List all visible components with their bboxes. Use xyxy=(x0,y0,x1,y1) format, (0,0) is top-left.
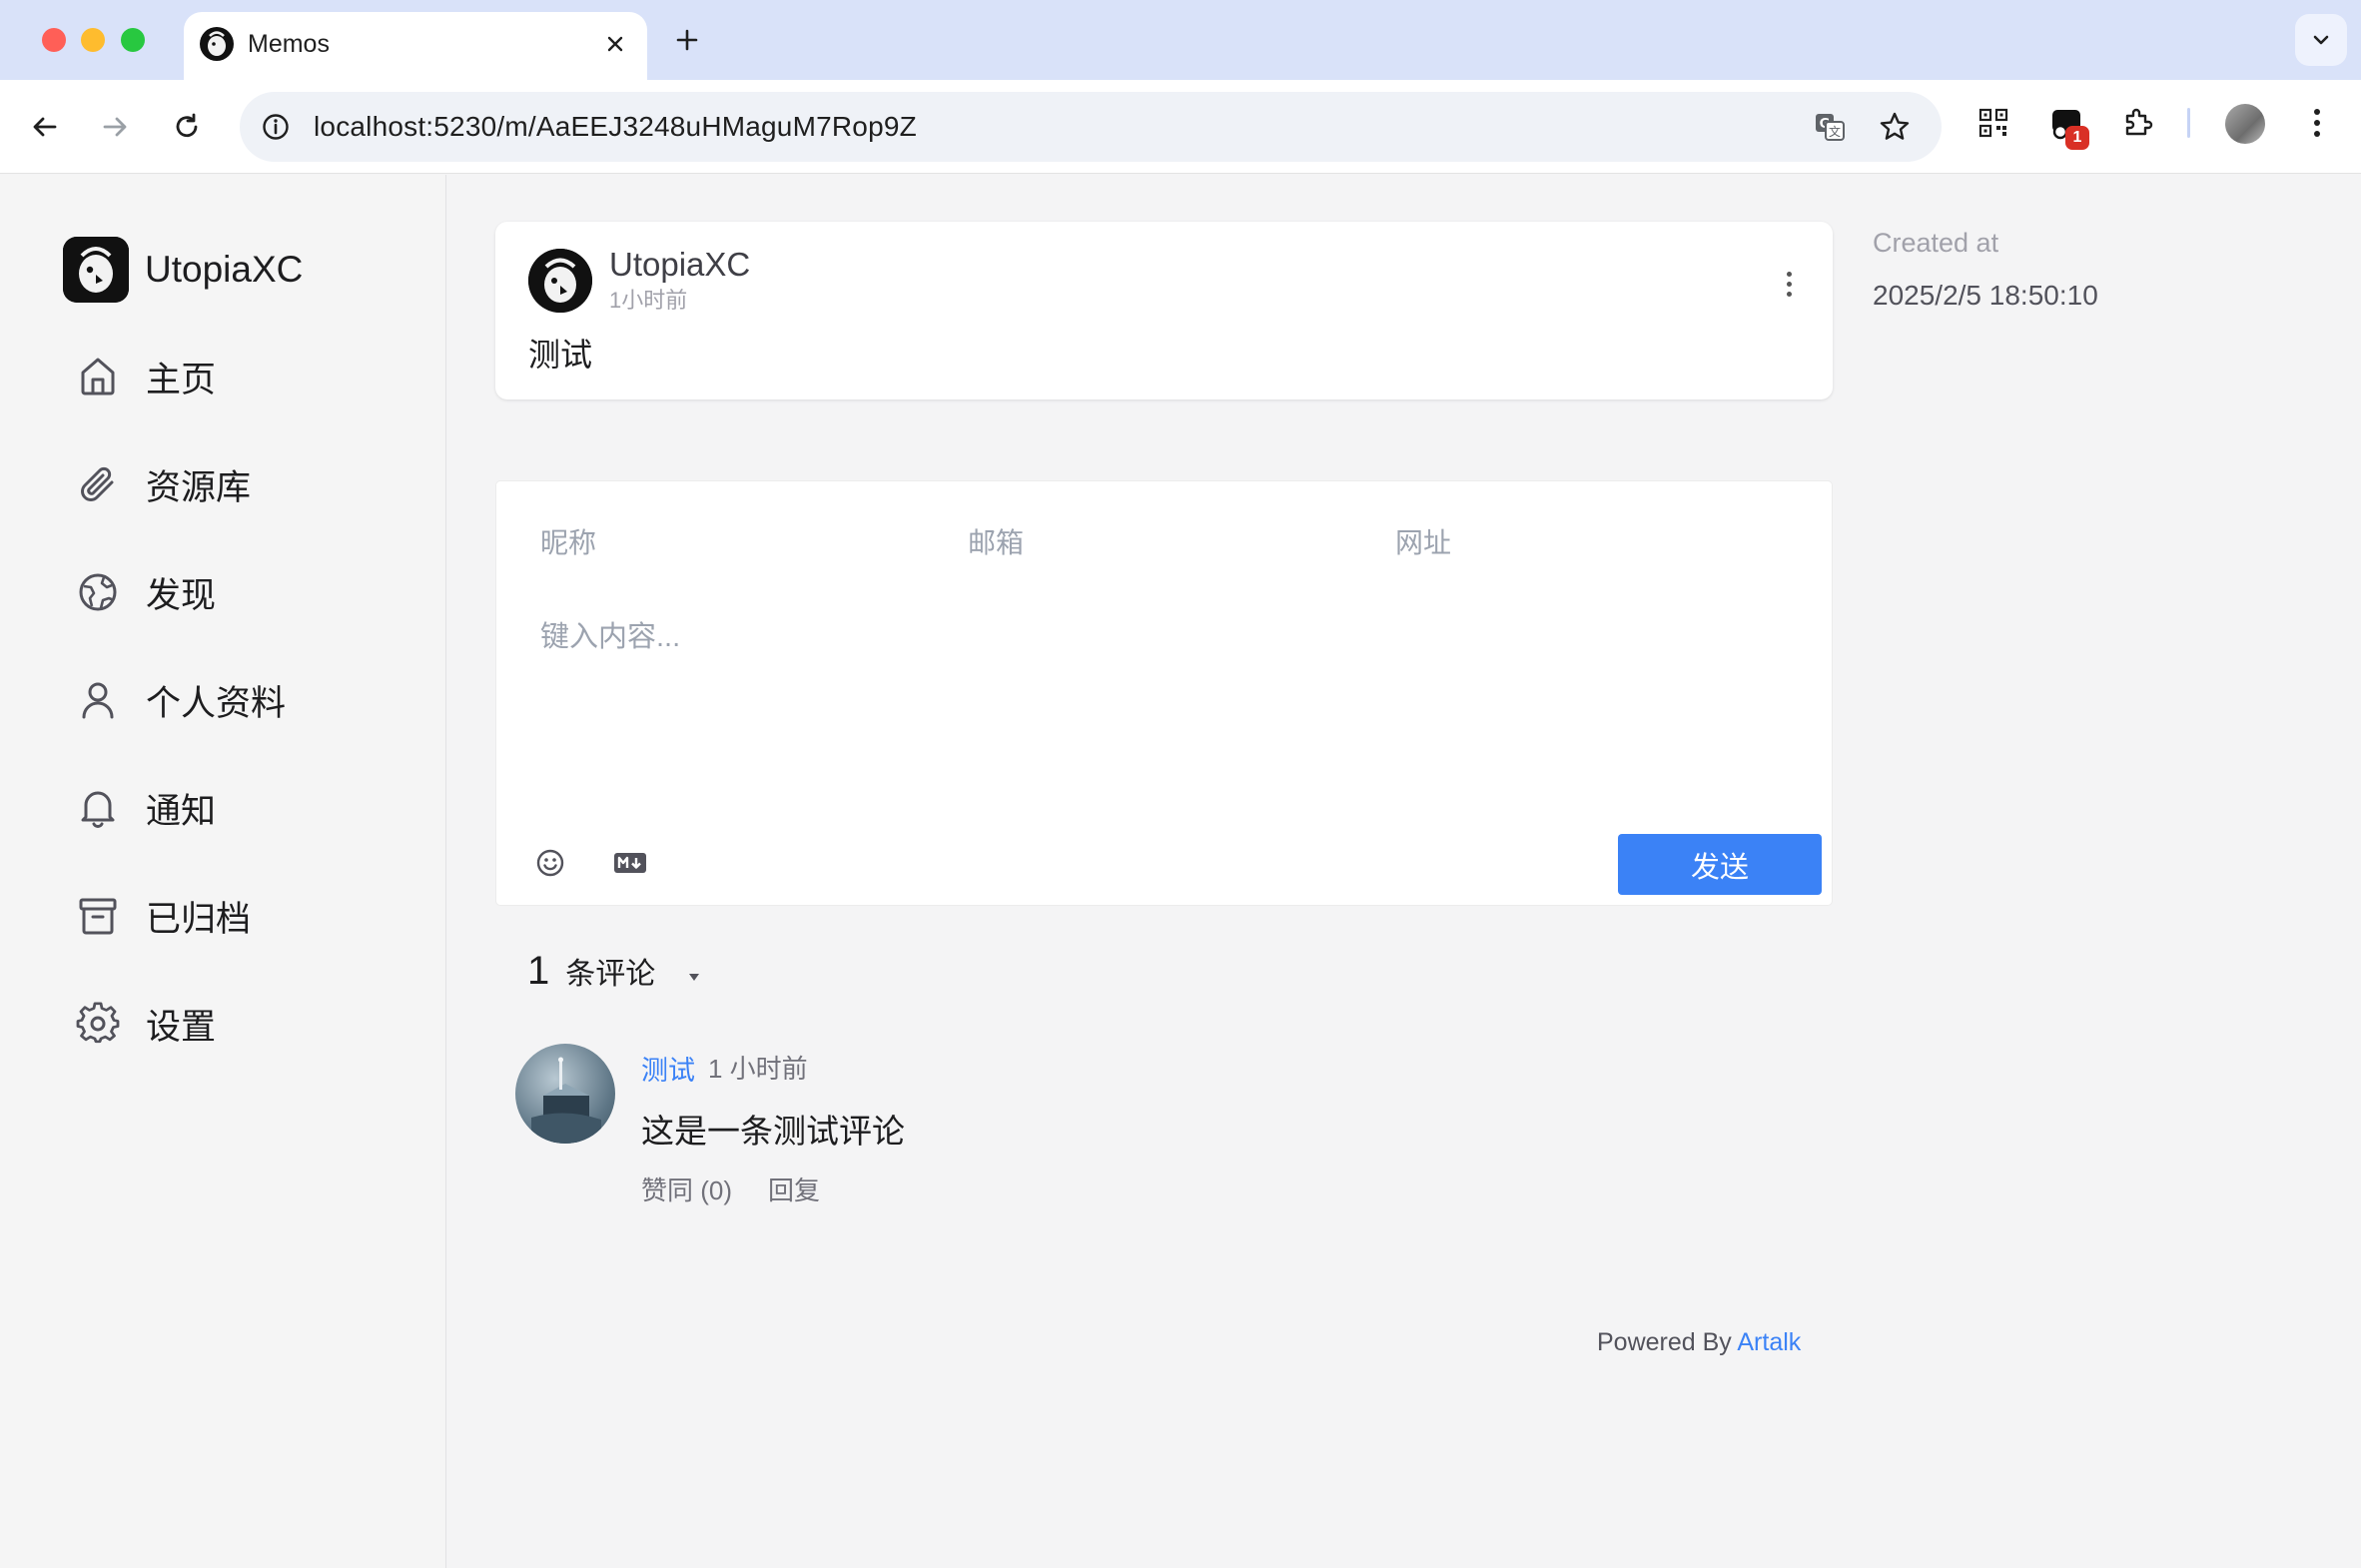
brand-name: UtopiaXC xyxy=(145,249,304,290)
emoji-icon[interactable] xyxy=(530,843,570,883)
vote-button[interactable]: 赞同 (0) xyxy=(641,1171,732,1207)
comment-nickname[interactable]: 测试 xyxy=(641,1049,695,1088)
browser-tab-strip: Memos xyxy=(0,0,2361,80)
comment-form: 昵称 邮箱 网址 键入内容... 发送 xyxy=(496,481,1832,905)
extension-badge: 1 xyxy=(2065,126,2089,150)
puzzle-icon[interactable] xyxy=(2116,101,2160,145)
sidebar-item-notifications[interactable]: 通知 xyxy=(70,778,216,838)
browser-tab[interactable]: Memos xyxy=(184,12,647,80)
memo-relative-time: 1小时前 xyxy=(609,288,688,313)
reload-icon[interactable] xyxy=(161,101,213,153)
comment-content: 这是一条测试评论 xyxy=(641,1113,905,1150)
paperclip-icon xyxy=(70,456,126,512)
sidebar-item-resources[interactable]: 资源库 xyxy=(70,454,251,514)
memo-card: UtopiaXC 1小时前 测试 xyxy=(495,222,1833,399)
globe-icon xyxy=(70,564,126,620)
nickname-input[interactable]: 昵称 xyxy=(540,521,596,561)
comment-count-number: 1 xyxy=(527,949,550,993)
send-button[interactable]: 发送 xyxy=(1618,834,1822,895)
window-close-button[interactable] xyxy=(42,28,66,52)
star-icon[interactable] xyxy=(1875,107,1915,147)
more-options-icon[interactable] xyxy=(1779,264,1799,304)
qr-code-icon[interactable] xyxy=(1971,101,2015,145)
memo-author-name[interactable]: UtopiaXC xyxy=(609,246,750,284)
tab-title: Memos xyxy=(248,30,330,58)
forward-arrow-icon[interactable] xyxy=(89,101,141,153)
powered-by: Powered By Artalk xyxy=(1597,1328,1801,1357)
email-input[interactable]: 邮箱 xyxy=(968,521,1024,561)
window-zoom-button[interactable] xyxy=(121,28,145,52)
sidebar-item-explore[interactable]: 发现 xyxy=(70,562,216,622)
sidebar-item-home[interactable]: 主页 xyxy=(70,347,216,406)
url-text[interactable]: localhost:5230/m/AaEEJ3248uHMaguM7Rop9Z xyxy=(314,108,917,146)
comment-author-avatar[interactable] xyxy=(515,1044,615,1144)
svg-text:文: 文 xyxy=(1829,124,1841,139)
profile-avatar[interactable] xyxy=(2225,104,2265,144)
memo-author-avatar[interactable] xyxy=(528,249,592,313)
sort-dropdown-icon[interactable] xyxy=(687,970,701,984)
sidebar-item-label: 设置 xyxy=(146,1007,217,1047)
comment-textarea[interactable]: 键入内容... xyxy=(540,613,680,655)
archive-icon xyxy=(70,888,126,944)
created-at-label: Created at xyxy=(1873,228,1999,258)
close-icon[interactable] xyxy=(595,24,635,64)
sidebar-item-settings[interactable]: 设置 xyxy=(70,994,216,1054)
markdown-icon[interactable] xyxy=(610,843,650,883)
sidebar-item-label: 个人资料 xyxy=(146,683,287,723)
gear-icon xyxy=(70,996,126,1052)
memos-favicon xyxy=(200,27,234,61)
sidebar-item-label: 资源库 xyxy=(146,467,252,507)
comment-time: 1 小时前 xyxy=(708,1054,808,1084)
sidebar-item-label: 主页 xyxy=(146,360,217,399)
info-icon[interactable] xyxy=(256,107,296,147)
sidebar-item-label: 通知 xyxy=(146,791,217,831)
chevron-down-icon[interactable] xyxy=(2295,14,2347,66)
reply-button[interactable]: 回复 xyxy=(768,1171,820,1207)
created-at-value: 2025/2/5 18:50:10 xyxy=(1873,280,2098,311)
website-input[interactable]: 网址 xyxy=(1395,521,1451,561)
home-icon xyxy=(70,349,126,404)
user-icon xyxy=(70,672,126,728)
translate-icon[interactable]: G文 xyxy=(1810,107,1850,147)
brand-avatar xyxy=(63,237,129,303)
sidebar-item-label: 发现 xyxy=(146,575,217,615)
plus-icon[interactable] xyxy=(667,20,707,60)
sidebar-item-label: 已归档 xyxy=(146,899,252,939)
memo-content: 测试 xyxy=(528,337,593,373)
kebab-menu-icon[interactable] xyxy=(2295,101,2339,145)
address-bar[interactable]: localhost:5230/m/AaEEJ3248uHMaguM7Rop9Z … xyxy=(240,92,1942,162)
comment-count-label: 条评论 xyxy=(565,958,656,991)
window-minimize-button[interactable] xyxy=(81,28,105,52)
sidebar-item-profile[interactable]: 个人资料 xyxy=(70,670,286,730)
sidebar: UtopiaXC 主页 资源库 发现 个人资料 通知 已归档 设置 xyxy=(0,175,446,1568)
back-arrow-icon[interactable] xyxy=(19,101,71,153)
artalk-link[interactable]: Artalk xyxy=(1737,1328,1801,1356)
brand[interactable]: UtopiaXC xyxy=(63,237,303,303)
toolbar-divider xyxy=(2187,108,2190,138)
powered-by-prefix: Powered By xyxy=(1597,1328,1732,1356)
bell-icon xyxy=(70,780,126,836)
comment-count: 1 条评论 xyxy=(527,949,655,994)
sidebar-item-archived[interactable]: 已归档 xyxy=(70,886,251,946)
